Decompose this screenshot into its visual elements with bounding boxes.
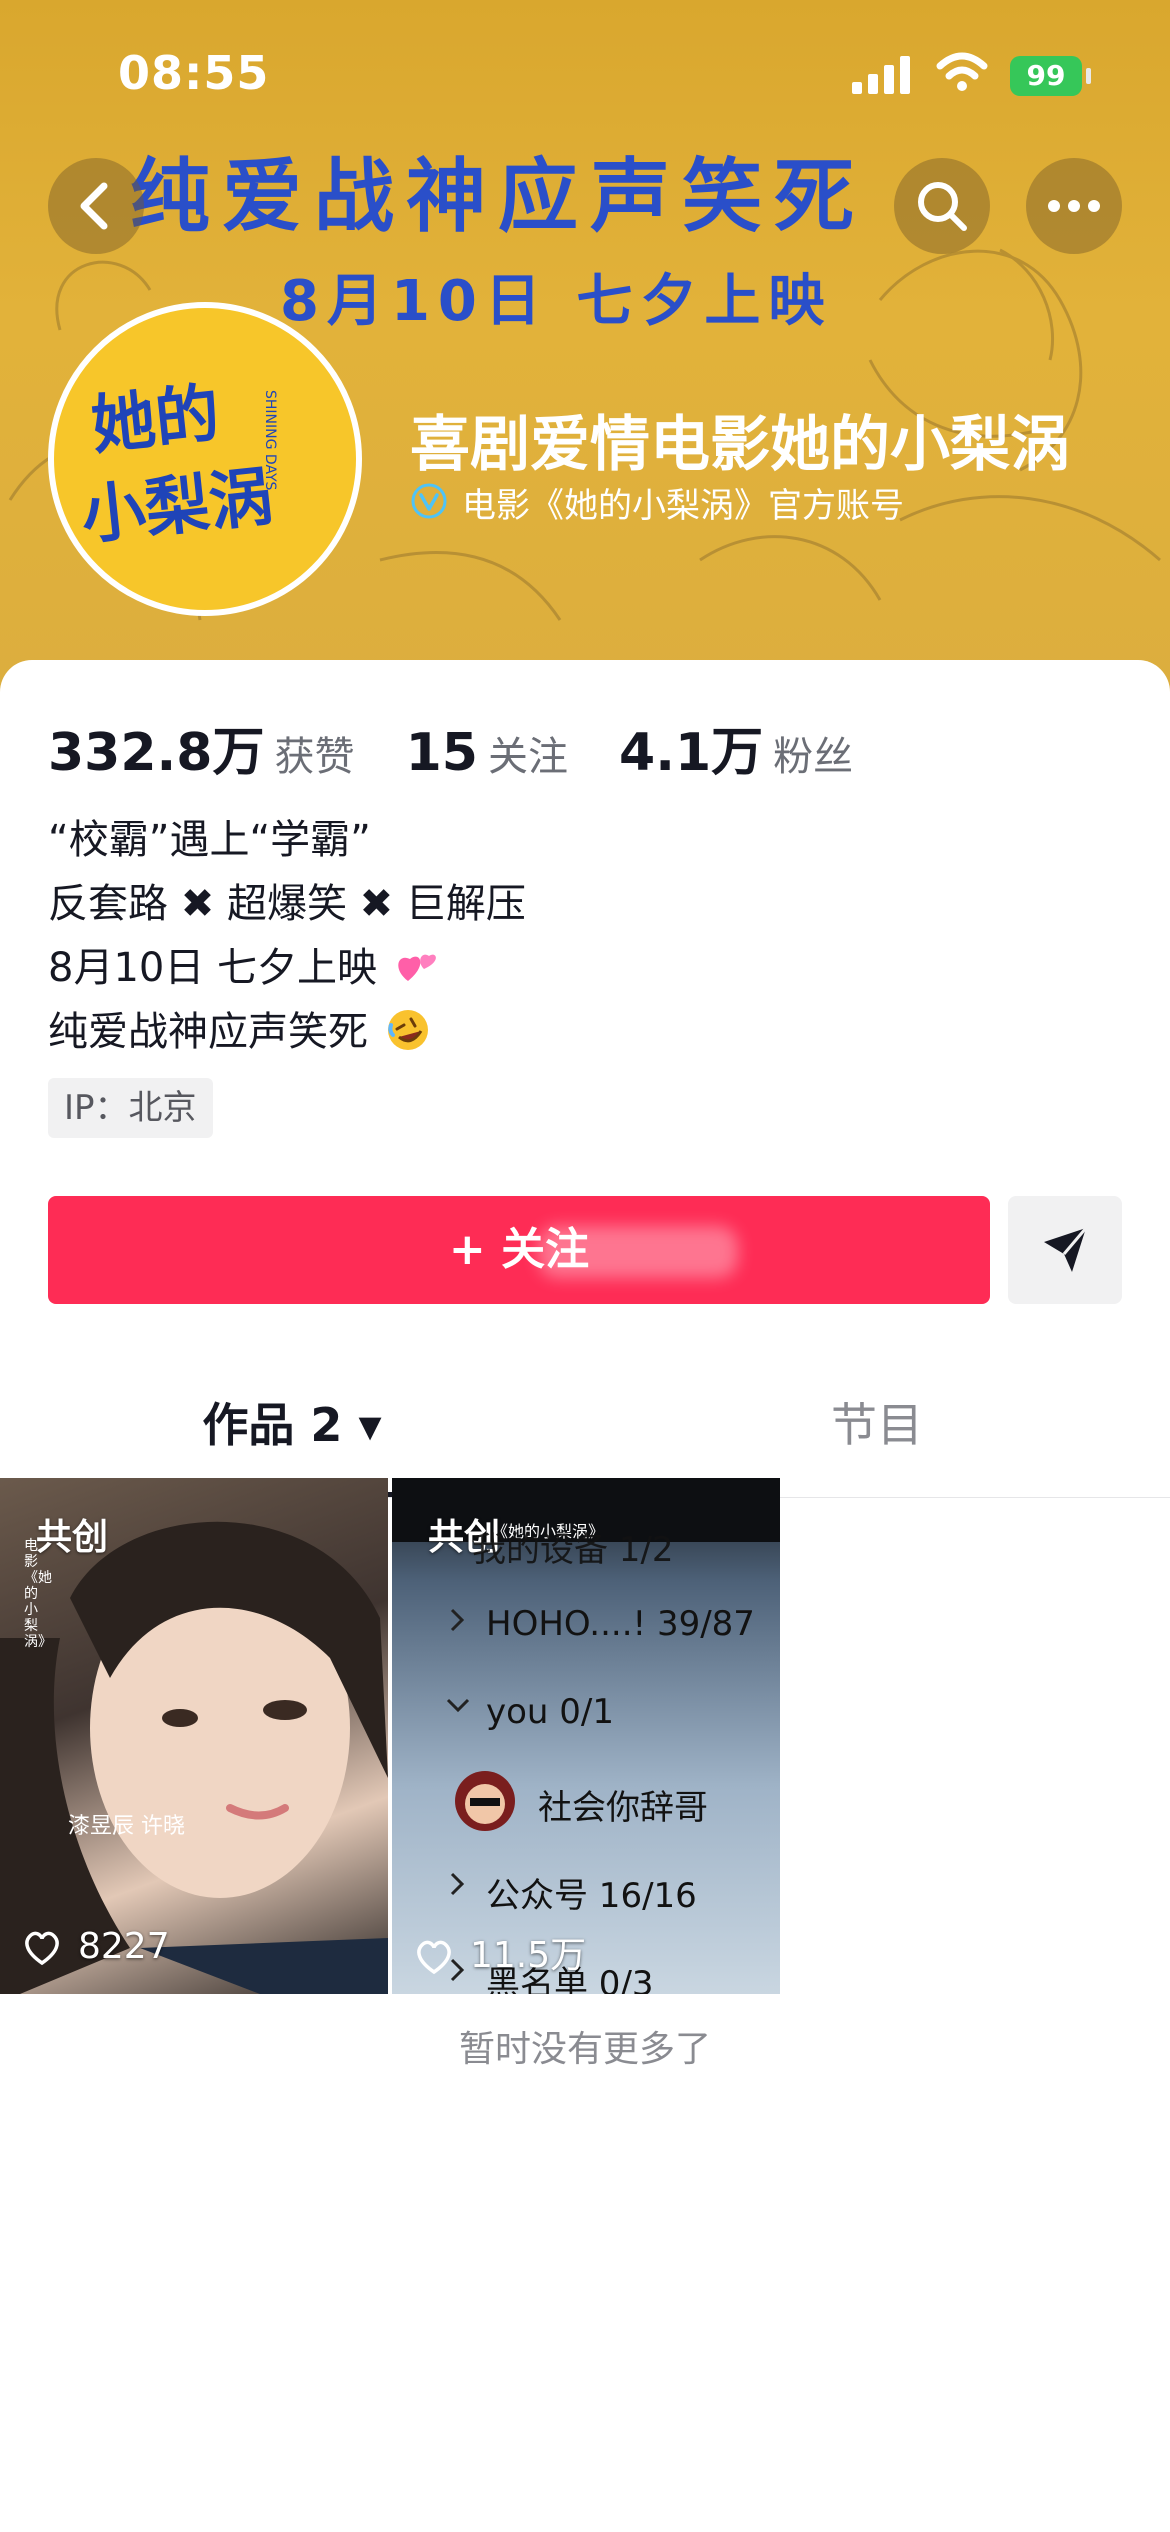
video-thumbnail[interactable]: 《她的小梨涡》 共创 我的设备 1/2 HOHO....! 39/87 you … (392, 1478, 780, 1994)
video-grid: 共创 电影《她的小梨涡》 漆昱辰 许晓 8227 《她的小梨涡》 共创 我的设备… (0, 1478, 1170, 1998)
followers-count[interactable]: 4.1万 (619, 723, 763, 783)
video-side-text: 电影《她的小梨涡》 (24, 1538, 52, 1650)
video-likes-count: 11.5万 (470, 1935, 587, 1976)
wifi-icon (936, 52, 988, 91)
stats-row: 332.8万 获赞 15 关注 4.1万 粉丝 (48, 710, 899, 783)
svg-text:她的: 她的 (88, 377, 223, 464)
banner-subtitle: 8月10日 七夕上映 (280, 269, 833, 334)
back-arrow-icon (80, 182, 108, 230)
chat-list-item: HOHO....! 39/87 (486, 1604, 755, 1644)
bio-line: 纯爱战神应声笑死 (48, 1000, 1128, 1064)
status-time: 08:55 (118, 46, 270, 100)
tab-works[interactable]: 作品 2 ▾ (0, 1360, 584, 1490)
avatar-logo-art: 她的 小梨涡 SHINING DAYS (78, 377, 278, 554)
bio-line: 8月10日 七夕上映 (48, 936, 1128, 1000)
verified-badge-icon (411, 483, 447, 519)
svg-text:SHINING DAYS: SHINING DAYS (262, 390, 278, 490)
following-label[interactable]: 关注 (488, 734, 568, 780)
bio-line-text: 纯爱战神应声笑死 (48, 1009, 368, 1055)
paper-plane-icon (1044, 1227, 1088, 1272)
cellular-signal-icon (852, 56, 910, 94)
verified-text: 电影《她的小梨涡》官方账号 (462, 486, 904, 526)
tab-shows[interactable]: 节目 (584, 1360, 1170, 1490)
chat-list-item: you 0/1 (486, 1692, 614, 1732)
more-dots-icon (1048, 200, 1100, 212)
bio-line-text: 8月10日 七夕上映 (48, 945, 378, 991)
chat-list-item: 社会你辞哥 (538, 1788, 708, 1828)
profile-name: 喜剧爱情电影她的小梨涡 (410, 410, 1070, 480)
battery-tip (1086, 68, 1091, 84)
no-more-text: 暂时没有更多了 (458, 2029, 711, 2070)
chat-list-item: 我的设备 1/2 (472, 1530, 674, 1570)
bio: “校霸”遇上“学霸” 反套路 ✖ 超爆笑 ✖ 巨解压 8月10日 七夕上映 纯爱… (48, 808, 1128, 1064)
bio-line: “校霸”遇上“学霸” (48, 817, 371, 863)
chat-list-item: 公众号 16/16 (486, 1876, 697, 1916)
follow-button-blur (538, 1226, 738, 1278)
two-hearts-emoji-icon (398, 954, 436, 981)
follow-button-label: + 关注 (448, 1224, 590, 1275)
followers-label[interactable]: 粉丝 (773, 734, 853, 780)
likes-count: 332.8万 (48, 723, 265, 783)
likes-label: 获赞 (274, 734, 355, 780)
share-button[interactable] (1008, 1196, 1122, 1304)
rolling-laughing-emoji-icon (387, 1010, 428, 1050)
video-caption-names: 漆昱辰 许晓 (68, 1814, 185, 1839)
collab-badge: 共创 (36, 1517, 109, 1558)
battery-indicator: 99 (1010, 56, 1082, 96)
svg-text:小梨涡: 小梨涡 (78, 460, 277, 554)
status-bar: 08:55 99 (0, 0, 1170, 150)
video-likes-count: 8227 (78, 1926, 170, 1967)
video-thumbnail[interactable]: 共创 电影《她的小梨涡》 漆昱辰 许晓 8227 (0, 1478, 388, 1994)
profile-banner: 08:55 99 纯爱战神应声笑死 8月10日 七夕上映 她的 小梨涡 SHIN… (0, 0, 1170, 700)
bio-line: 反套路 ✖ 超爆笑 ✖ 巨解压 (48, 881, 526, 927)
video-likes: 8227 (22, 1926, 170, 1976)
following-count[interactable]: 15 (406, 723, 478, 783)
heart-icon (417, 1940, 451, 1975)
back-button[interactable] (48, 158, 144, 254)
video-likes: 11.5万 (414, 1926, 586, 1976)
ip-location-tag: IP：北京 (48, 1078, 213, 1138)
search-button[interactable] (894, 158, 990, 254)
heart-icon (25, 1931, 59, 1966)
follow-button[interactable]: + 关注 (48, 1196, 990, 1304)
search-icon (918, 182, 967, 231)
more-button[interactable] (1026, 158, 1122, 254)
avatar[interactable]: 她的 小梨涡 SHINING DAYS (48, 302, 362, 616)
battery-level: 99 (1026, 59, 1066, 92)
profile-card: 332.8万 获赞 15 关注 4.1万 粉丝 “校霸”遇上“学霸” 反套路 ✖ 超爆… (0, 660, 1170, 2532)
